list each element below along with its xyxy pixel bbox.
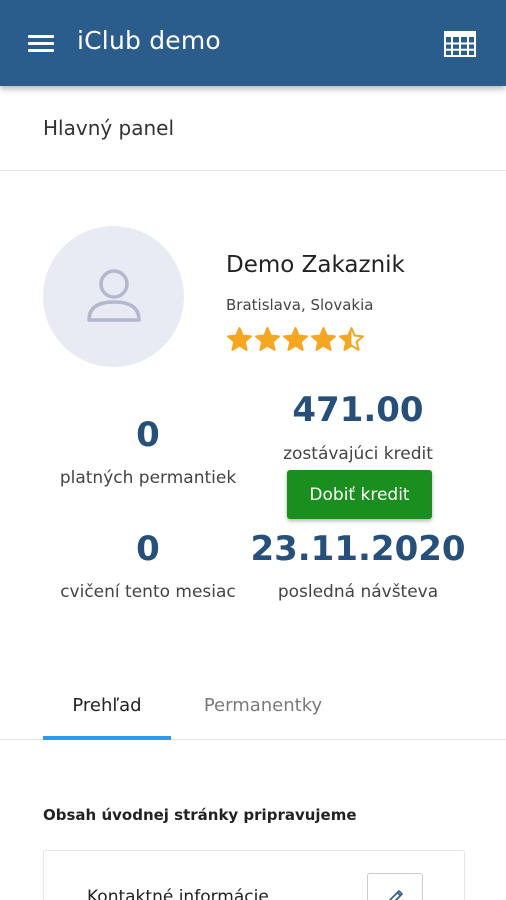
active-tab-indicator [43, 736, 171, 740]
app-title: iClub demo [77, 26, 221, 55]
profile-location: Bratislava, Slovakia [226, 296, 374, 314]
permits-count: 0 [136, 415, 160, 455]
tab-bar: Prehľad Permanentky [0, 670, 506, 740]
star-full-icon [311, 327, 336, 351]
rating-stars [226, 326, 366, 354]
edit-contact-button[interactable] [367, 873, 423, 900]
star-full-icon [227, 327, 252, 351]
workouts-label: cvičení tento mesiac [60, 582, 236, 602]
tab-permits[interactable]: Permanentky [183, 670, 343, 740]
permits-label: platných permantiek [59, 468, 237, 488]
user-avatar-icon [43, 226, 184, 367]
hamburger-menu-icon[interactable] [28, 33, 54, 55]
topup-credit-button[interactable]: Dobiť kredit [287, 470, 432, 519]
contact-info-title: Kontaktné informácie [87, 887, 269, 900]
credit-label: zostávajúci kredit [283, 444, 433, 464]
calendar-grid-icon[interactable] [444, 31, 476, 57]
page-header: Hlavný panel [0, 86, 506, 171]
star-full-icon [283, 327, 308, 351]
profile-name: Demo Zakaznik [226, 252, 405, 278]
workouts-count: 0 [136, 529, 160, 569]
last-visit-label: posledná návšteva [277, 582, 439, 602]
credit-value: 471.00 [292, 390, 424, 430]
page-title: Hlavný panel [43, 116, 175, 140]
contact-info-card: Kontaktné informácie [43, 850, 465, 900]
star-half-icon [339, 327, 364, 351]
star-full-icon [255, 327, 280, 351]
tab-overview[interactable]: Prehľad [43, 670, 171, 740]
pencil-icon [389, 890, 403, 900]
content-placeholder-note: Obsah úvodnej stránky pripravujeme [43, 806, 357, 824]
app-bar: iClub demo [0, 0, 506, 86]
last-visit-value: 23.11.2020 [250, 529, 466, 569]
